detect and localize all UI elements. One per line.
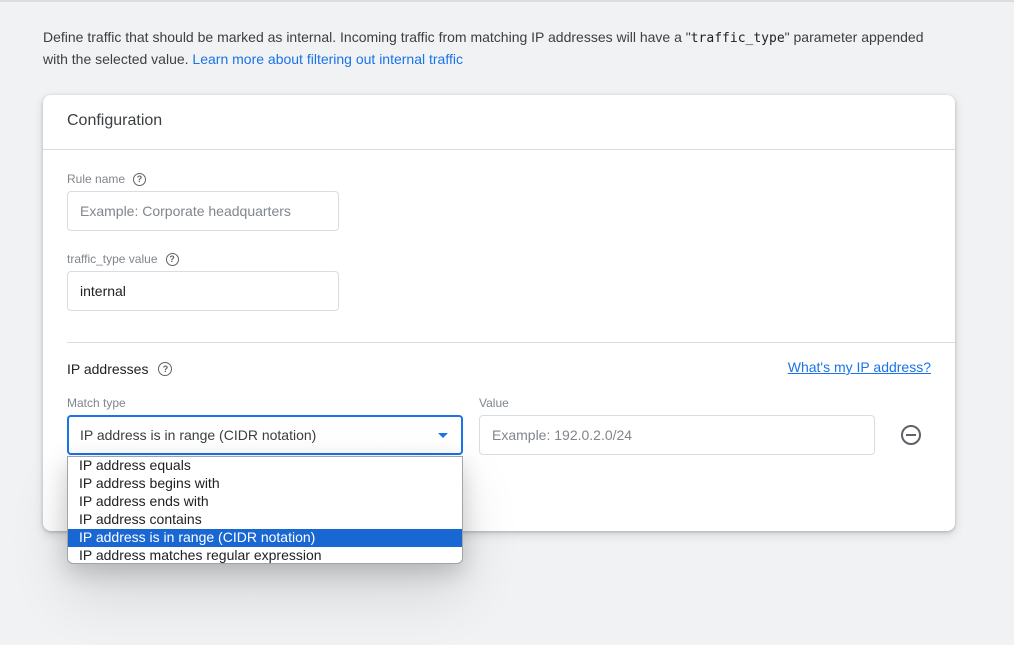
- intro-text: Define traffic that should be marked as …: [43, 29, 691, 45]
- value-label: Value: [479, 396, 509, 410]
- traffic-type-label: traffic_type value ?: [67, 252, 179, 266]
- top-border: [0, 0, 1014, 2]
- match-type-label: Match type: [67, 396, 126, 410]
- traffic-type-input[interactable]: [67, 271, 339, 311]
- dropdown-option[interactable]: IP address equals: [68, 457, 462, 475]
- help-circle-icon[interactable]: ?: [165, 252, 179, 266]
- rule-name-label: Rule name ?: [67, 172, 147, 186]
- help-circle-icon[interactable]: ?: [133, 172, 147, 186]
- learn-more-link[interactable]: Learn more about filtering out internal …: [192, 51, 463, 67]
- match-type-label-text: Match type: [67, 396, 126, 410]
- traffic-type-label-text: traffic_type value: [67, 252, 158, 266]
- match-type-selected-value: IP address is in range (CIDR notation): [80, 427, 317, 443]
- help-circle-icon[interactable]: ?: [158, 362, 173, 376]
- value-label-text: Value: [479, 396, 509, 410]
- intro-description: Define traffic that should be marked as …: [43, 27, 943, 69]
- intro-code: traffic_type: [690, 31, 785, 46]
- rule-name-label-text: Rule name: [67, 172, 126, 186]
- ip-value-input[interactable]: [479, 415, 875, 455]
- ip-addresses-heading: IP addresses ?: [67, 361, 173, 377]
- dropdown-caret-icon: [438, 433, 448, 438]
- rule-name-input[interactable]: [67, 191, 339, 231]
- match-type-select[interactable]: IP address is in range (CIDR notation): [67, 415, 463, 455]
- dropdown-option[interactable]: IP address contains: [68, 511, 462, 529]
- ip-addresses-title: IP addresses: [67, 361, 149, 377]
- match-type-dropdown-list: IP address equals IP address begins with…: [67, 456, 463, 564]
- whats-my-ip-link[interactable]: What's my IP address?: [788, 359, 931, 375]
- dropdown-option[interactable]: IP address ends with: [68, 493, 462, 511]
- card-title: Configuration: [43, 95, 955, 150]
- dropdown-option-selected[interactable]: IP address is in range (CIDR notation): [68, 529, 462, 547]
- section-divider: [67, 342, 955, 343]
- dropdown-option[interactable]: IP address matches regular expression: [68, 547, 462, 563]
- dropdown-option[interactable]: IP address begins with: [68, 475, 462, 493]
- remove-circle-icon[interactable]: [901, 425, 921, 445]
